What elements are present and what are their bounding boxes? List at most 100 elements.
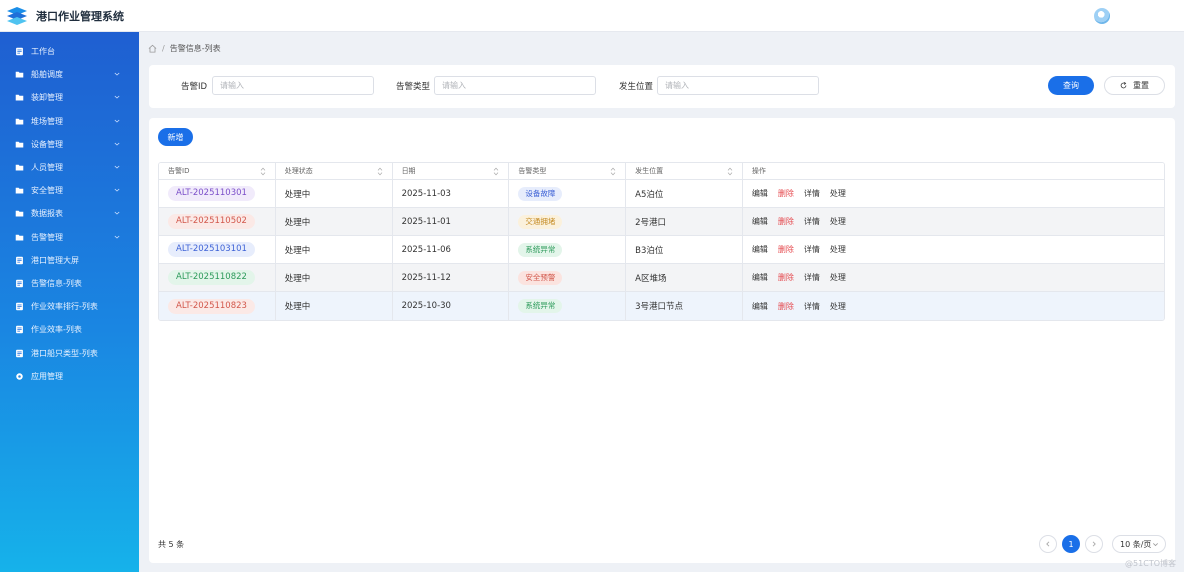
cell-status: 处理中 (276, 180, 393, 207)
edit-link[interactable]: 编辑 (752, 244, 768, 255)
prev-page-button[interactable] (1039, 535, 1057, 553)
edit-link[interactable]: 编辑 (752, 188, 768, 199)
column-header[interactable]: 处理状态 (276, 163, 393, 179)
alert-id-input[interactable] (212, 76, 374, 95)
cell-location: B3泊位 (626, 236, 743, 263)
doc-icon (15, 279, 24, 288)
detail-link[interactable]: 详情 (804, 188, 820, 199)
process-link[interactable]: 处理 (830, 272, 846, 283)
column-header-label: 发生位置 (635, 167, 664, 175)
detail-link[interactable]: 详情 (804, 244, 820, 255)
sort-icon[interactable] (493, 167, 499, 176)
detail-link[interactable]: 详情 (804, 301, 820, 312)
cell-date: 2025-11-06 (393, 236, 510, 263)
alert-id-badge: ALT-2025110502 (168, 214, 255, 229)
process-link[interactable]: 处理 (830, 188, 846, 199)
sidebar-item-12[interactable]: 作业效率-列表 (0, 318, 139, 341)
edit-link[interactable]: 编辑 (752, 272, 768, 283)
sidebar-item-3[interactable]: 堆场管理 (0, 110, 139, 133)
delete-link[interactable]: 删除 (778, 216, 794, 227)
chevron-right-icon (1092, 541, 1096, 547)
column-header[interactable]: 日期 (393, 163, 510, 179)
detail-link[interactable]: 详情 (804, 216, 820, 227)
column-header: 操作 (743, 163, 1164, 179)
cell-alert-type: 安全预警 (509, 264, 627, 291)
page-size-select[interactable]: 10 条/页 (1112, 535, 1166, 553)
process-link[interactable]: 处理 (830, 244, 846, 255)
delete-link[interactable]: 删除 (778, 188, 794, 199)
next-page-button[interactable] (1085, 535, 1103, 553)
sidebar-item-4[interactable]: 设备管理 (0, 133, 139, 156)
sort-icon[interactable] (610, 167, 616, 176)
sidebar-item-13[interactable]: 港口船只类型-列表 (0, 341, 139, 364)
cell-status: 处理中 (276, 236, 393, 263)
doc-icon (15, 47, 24, 56)
logo-icon (7, 6, 27, 25)
table-body: ALT-2025110301 处理中 2025-11-03 设备故障 A5泊位 编辑 删除详… (159, 180, 1164, 320)
cell-alert-id: ALT-2025110301 (159, 180, 276, 207)
sidebar-item-14[interactable]: 应用管理 (0, 365, 139, 388)
cell-status: 处理中 (276, 208, 393, 235)
sidebar-item-2[interactable]: 装卸管理 (0, 86, 139, 109)
sidebar-item-10[interactable]: 告警信息-列表 (0, 272, 139, 295)
reset-button[interactable]: 重置 (1104, 76, 1165, 95)
sidebar-item-9[interactable]: 港口管理大屏 (0, 249, 139, 272)
sort-icon[interactable] (727, 167, 733, 176)
chevron-down-icon (114, 235, 120, 239)
process-link[interactable]: 处理 (830, 216, 846, 227)
folder-icon (15, 140, 24, 149)
sort-icon[interactable] (260, 167, 266, 176)
sort-icon[interactable] (377, 167, 383, 176)
sidebar-item-label: 港口管理大屏 (31, 255, 79, 265)
sidebar-item-5[interactable]: 人员管理 (0, 156, 139, 179)
column-header[interactable]: 告警ID (159, 163, 276, 179)
delete-link[interactable]: 删除 (778, 301, 794, 312)
folder-icon (15, 93, 24, 102)
detail-link[interactable]: 详情 (804, 272, 820, 283)
doc-icon (15, 256, 24, 265)
sidebar-item-label: 作业效率排行-列表 (31, 302, 98, 312)
table-row: ALT-2025110502 处理中 2025-11-01 交通拥堵 2号港口 编辑 删除详… (159, 208, 1164, 236)
alert-type-input[interactable] (434, 76, 596, 95)
home-icon[interactable] (148, 44, 157, 53)
location-label: 发生位置 (619, 82, 654, 92)
chevron-down-icon (114, 142, 120, 146)
cell-alert-type: 交通拥堵 (509, 208, 627, 235)
column-header[interactable]: 发生位置 (626, 163, 743, 179)
location-input[interactable] (657, 76, 819, 95)
cell-date: 2025-10-30 (393, 292, 510, 320)
column-header[interactable]: 告警类型 (509, 163, 627, 179)
process-link[interactable]: 处理 (830, 301, 846, 312)
query-button[interactable]: 查询 (1048, 76, 1094, 95)
delete-link[interactable]: 删除 (778, 244, 794, 255)
column-header-label: 日期 (401, 167, 416, 175)
add-button[interactable]: 新增 (158, 128, 193, 146)
cell-alert-type: 系统异常 (509, 236, 627, 263)
refresh-icon (1120, 82, 1127, 89)
edit-link[interactable]: 编辑 (752, 301, 768, 312)
folder-icon (15, 233, 24, 242)
page-number-current[interactable]: 1 (1062, 535, 1080, 553)
sidebar-item-6[interactable]: 安全管理 (0, 179, 139, 202)
chevron-down-icon (114, 188, 120, 192)
cell-alert-id: ALT-2025110502 (159, 208, 276, 235)
cell-location: A5泊位 (626, 180, 743, 207)
cell-date: 2025-11-03 (393, 180, 510, 207)
sidebar-item-11[interactable]: 作业效率排行-列表 (0, 295, 139, 318)
folder-icon (15, 117, 24, 126)
alert-id-badge: ALT-2025110823 (168, 298, 255, 314)
chevron-down-icon (114, 119, 120, 123)
folder-icon (15, 70, 24, 79)
folder-icon (15, 186, 24, 195)
cell-status: 处理中 (276, 292, 393, 320)
sidebar-item-1[interactable]: 船舶调度 (0, 63, 139, 86)
avatar[interactable] (1094, 8, 1110, 24)
cell-location: 3号港口节点 (626, 292, 743, 320)
search-panel: 告警ID 告警类型 发生位置 查询 重置 (149, 65, 1175, 108)
sidebar-item-8[interactable]: 告警管理 (0, 226, 139, 249)
delete-link[interactable]: 删除 (778, 272, 794, 283)
sidebar-item-0[interactable]: 工作台 (0, 40, 139, 63)
alert-type-badge: 设备故障 (518, 186, 563, 201)
sidebar-item-7[interactable]: 数据报表 (0, 202, 139, 225)
edit-link[interactable]: 编辑 (752, 216, 768, 227)
